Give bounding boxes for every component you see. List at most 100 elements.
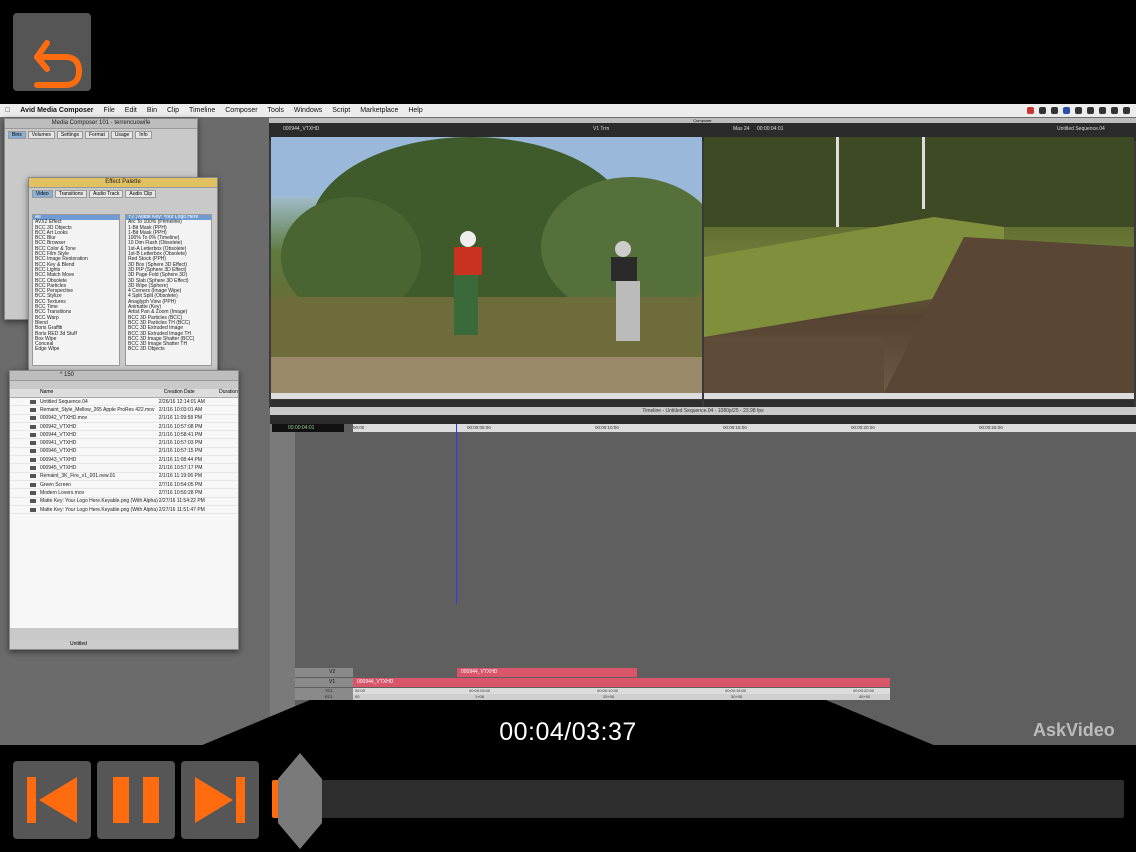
bin-row[interactable]: Modern Lovers.mov 2/7/16 10:50:28 PM	[10, 489, 238, 498]
bin-row[interactable]: Remaint_3K_Fire_v1_001.new.01 2/1/16 11:1…	[10, 473, 238, 481]
bin-row-name: 000942_VTXHD	[39, 423, 77, 430]
bin-row-date: 2/26/16 12:14:01 AM	[158, 398, 205, 405]
source-position-bar[interactable]	[271, 393, 702, 399]
timeline-title: Timeline - Untitled Sequence.04 - 1080p/…	[270, 407, 1136, 415]
menu-tools[interactable]: Tools	[263, 107, 289, 114]
menu-help[interactable]: Help	[403, 107, 427, 114]
tab-volumes[interactable]: Volumes	[27, 131, 55, 139]
pause-button[interactable]	[97, 761, 175, 839]
bin-row[interactable]: 000944_VTXHD 2/1/16 10:58:41 PM	[10, 431, 238, 440]
bin-row-name: Matte Key: Your Logo Here.Keyable.png (W…	[39, 506, 158, 513]
skip-back-button[interactable]	[13, 761, 91, 839]
bin-row-date: 2/1/16 11:09:58 PM	[158, 415, 203, 422]
menu-timeline[interactable]: Timeline	[184, 107, 220, 114]
bin-row-date: 2/1/16 10:57:08 PM	[158, 423, 203, 430]
ruler-label: 00:00	[353, 425, 365, 430]
bin-row[interactable]: Green Screen 2/7/16 10:54:05 PM	[10, 481, 238, 490]
bin-row-name: Untitled Sequence.04	[39, 398, 88, 405]
menu-icon	[1123, 107, 1130, 114]
tab-info[interactable]: Info	[135, 131, 152, 139]
timeline-clip-v2[interactable]: 000944_VTXHD	[457, 668, 637, 677]
tab-audio-track[interactable]: Audio Track	[88, 190, 124, 198]
bin-window: * 150 Name Creation Date Duration Untitl…	[9, 370, 239, 650]
menu-edit[interactable]: Edit	[120, 107, 142, 114]
effect-item[interactable]: BCC 3D Objects	[126, 347, 211, 353]
menu-windows[interactable]: Windows	[289, 107, 327, 114]
bin-footer: Untitled	[10, 640, 238, 649]
bin-row[interactable]: 000941_VTXHD 2/1/16 10:57:03 PM	[10, 439, 238, 448]
bin-row-date: 2/1/16 10:57:17 PM	[158, 465, 203, 472]
record-monitor[interactable]	[704, 137, 1134, 393]
seek-bar[interactable]	[272, 780, 1124, 818]
tab-settings[interactable]: Settings	[56, 131, 83, 139]
video-frame[interactable]:  Avid Media Composer File Edit Bin Clip…	[0, 104, 1136, 745]
clip-icon	[30, 466, 36, 471]
ruler-label: 00:00:10:00	[595, 425, 619, 430]
bin-row-date: 2/1/16 10:57:03 PM	[158, 440, 203, 447]
tab-audio-clip[interactable]: Audio Clip	[125, 190, 157, 198]
tab-transitions[interactable]: Transitions	[54, 190, 87, 198]
effect-category-item[interactable]: Edge Wipe	[33, 347, 119, 353]
bin-row[interactable]: Matte Key: Your Logo Here.Keyable.png (W…	[10, 498, 238, 506]
bin-list: Untitled Sequence.04 2/26/16 12:14:01 AM R…	[10, 398, 238, 628]
bin-view-select[interactable]: Untitled	[70, 641, 87, 647]
menu-marketplace[interactable]: Marketplace	[355, 107, 403, 114]
col-name[interactable]: Name	[10, 389, 160, 397]
source-monitor[interactable]	[271, 137, 702, 393]
tab-video[interactable]: Video	[32, 190, 53, 198]
pause-icon	[113, 777, 159, 823]
apple-icon[interactable]: 	[0, 107, 15, 114]
seek-thumb[interactable]	[278, 753, 322, 849]
menu-script[interactable]: Script	[327, 107, 355, 114]
timeline-timecode: 00:00:04:01	[272, 424, 344, 432]
record-frame-image	[704, 137, 1134, 393]
tab-format[interactable]: Format	[85, 131, 109, 139]
bin-row[interactable]: 000942_VTXHD 2/1/16 10:57:08 PM	[10, 423, 238, 432]
bin-row-date: 2/27/16 11:54:22 PM	[158, 498, 205, 505]
menu-file[interactable]: File	[99, 107, 120, 114]
track-header-v2[interactable]: V2	[295, 668, 353, 677]
effect-category-list[interactable]: All AVX2 Effect BCC 3D Objects BCC Art Look…	[32, 214, 120, 366]
project-window-title: Media Composer 101 - terrencuowife	[5, 119, 197, 129]
source-clip-name[interactable]: 000944_VTXHD	[283, 126, 319, 132]
bin-row-name: 000941_VTXHD	[39, 440, 77, 447]
track-header-v1[interactable]: V1	[295, 678, 353, 687]
skip-back-icon	[27, 777, 77, 823]
bin-row[interactable]: Matte Key: Your Logo Here.Keyable.png (W…	[10, 506, 238, 515]
menu-app-name[interactable]: Avid Media Composer	[15, 107, 98, 114]
bin-row-date: 2/27/16 11:51:47 PM	[158, 506, 205, 513]
effect-list[interactable]: Y2 | Matte Key: Your Logo Here Arc To 100…	[125, 214, 212, 366]
skip-forward-button[interactable]	[181, 761, 259, 839]
timeline-playhead[interactable]	[456, 424, 457, 604]
timeline-clip-v1[interactable]: 000944_VTXHD	[353, 678, 890, 687]
menu-composer[interactable]: Composer	[220, 107, 262, 114]
timeline-track-area[interactable]: V2 V1 TC1 EC1 000944_VTXHD 000944_VTXHD …	[295, 432, 1136, 745]
sequence-name[interactable]: Untitled Sequence.04	[1057, 126, 1105, 132]
bin-row-date: 2/1/16 11:19:06 PM	[158, 473, 203, 480]
record-position-bar[interactable]	[704, 393, 1134, 399]
bin-row-date: 2/1/16 10:58:41 PM	[158, 431, 203, 438]
ruler-label: 00:00:05:00	[467, 425, 491, 430]
bin-row[interactable]: Remaint_Style_Mellow_265 Apple ProRes 42…	[10, 406, 238, 415]
back-button[interactable]	[13, 13, 91, 91]
tab-bins[interactable]: Bins	[8, 131, 26, 139]
timeline-ruler[interactable]: 00:00 00:00:05:00 00:00:10:00 00:00:15:0…	[353, 424, 1136, 432]
timeline-window: Timeline - Untitled Sequence.04 - 1080p/…	[270, 407, 1136, 745]
tab-usage[interactable]: Usage	[110, 131, 134, 139]
track-panel[interactable]	[270, 424, 295, 745]
col-creation-date[interactable]: Creation Date	[160, 389, 215, 397]
status-tray	[1027, 104, 1136, 117]
bin-row[interactable]: 000942_VTXHD.mov 2/1/16 11:09:58 PM	[10, 415, 238, 423]
effect-palette-window: Effect Palette Video Transitions Audio T…	[28, 177, 218, 375]
bin-row-name: 000942_VTXHD.mov	[39, 415, 88, 422]
menu-bin[interactable]: Bin	[142, 107, 162, 114]
bin-row[interactable]: 000946_VTXHD 2/1/16 10:57:15 PM	[10, 448, 238, 457]
col-duration[interactable]: Duration	[215, 389, 238, 397]
skip-forward-icon	[195, 777, 245, 823]
timeline-toolbar[interactable]	[270, 415, 1136, 424]
bin-row[interactable]: Untitled Sequence.04 2/26/16 12:14:01 AM	[10, 398, 238, 407]
menu-clip[interactable]: Clip	[162, 107, 184, 114]
bin-row[interactable]: 000943_VTXHD 2/1/16 11:08:44 PM	[10, 456, 238, 465]
bin-row[interactable]: 000945_VTXHD 2/1/16 10:57:17 PM	[10, 464, 238, 473]
bin-row-name: Modern Lovers.mov	[39, 489, 85, 496]
